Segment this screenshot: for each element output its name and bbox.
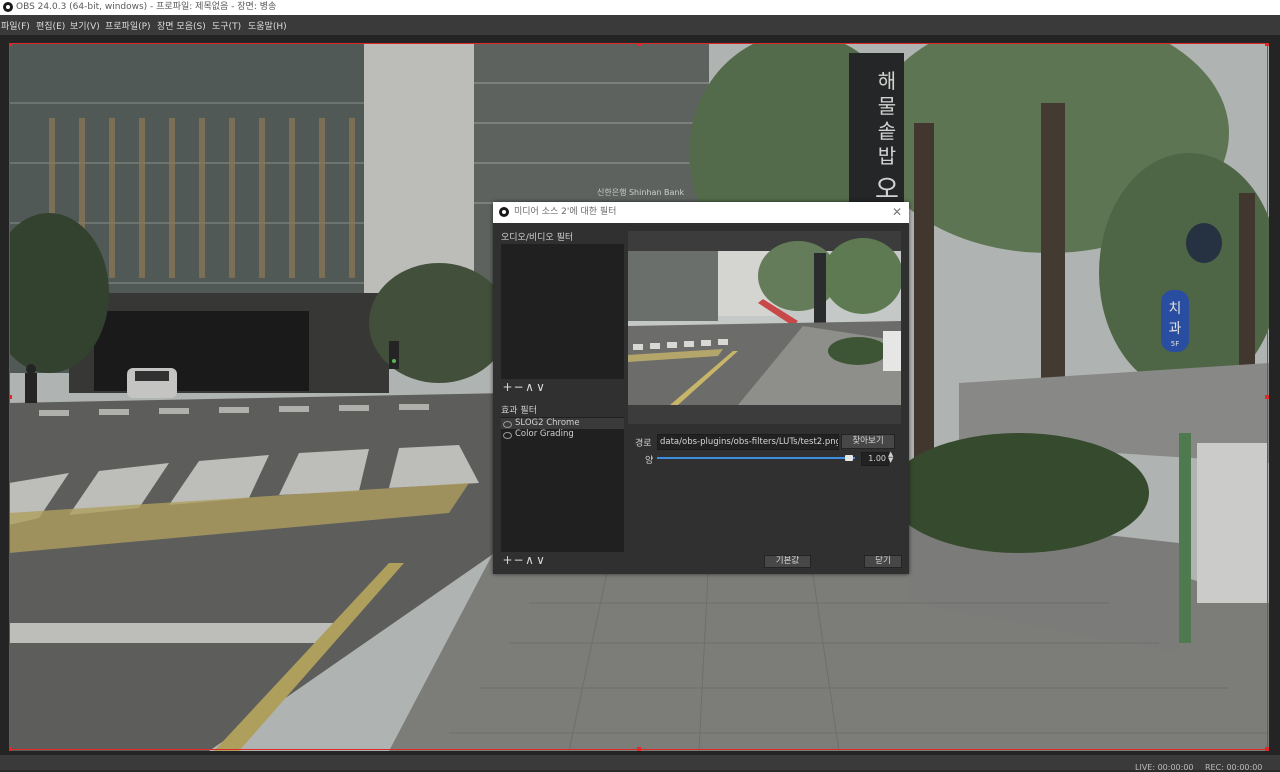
handle-bottom-left[interactable]	[9, 747, 12, 751]
menu-file[interactable]: 파일(F)	[1, 19, 30, 32]
av-filters-controls: +− ∧ ∨	[502, 380, 546, 394]
av-filters-list[interactable]	[501, 244, 624, 379]
obs-logo-icon	[3, 2, 13, 12]
menu-tools[interactable]: 도구(T)	[212, 19, 241, 32]
handle-top[interactable]	[637, 43, 641, 46]
effect-filters-controls: +− ∧ ∨	[502, 553, 546, 567]
menu-edit[interactable]: 편집(E)	[36, 19, 65, 32]
filter-preview-image	[628, 231, 901, 424]
filters-dialog: 미디어 소스 2'에 대한 필터 ✕ 오디오/비디오 필터 +− ∧ ∨ 효과 필터…	[493, 202, 909, 574]
amount-label: 양	[645, 456, 654, 466]
status-bar: LIVE: 00:00:00 REC: 00:00:00	[0, 755, 1280, 772]
menu-view[interactable]: 보기(V)	[70, 19, 100, 32]
menu-help[interactable]: 도움말(H)	[248, 19, 287, 32]
amount-spinbox[interactable]: 1.00	[861, 452, 889, 466]
obs-logo-icon	[499, 207, 509, 217]
live-timer: LIVE: 00:00:00	[1135, 763, 1194, 772]
amount-slider-track	[657, 457, 855, 459]
menu-profile[interactable]: 프로파일(P)	[105, 19, 151, 32]
add-filter-button[interactable]: +	[502, 553, 513, 567]
path-label: 경로	[635, 439, 652, 449]
move-down-button[interactable]: ∨	[535, 553, 546, 567]
add-filter-button[interactable]: +	[502, 380, 513, 394]
close-icon[interactable]: ✕	[892, 202, 902, 223]
handle-top-right[interactable]	[1265, 43, 1269, 46]
rec-timer: REC: 00:00:00	[1205, 763, 1263, 772]
effect-filter-name: SLOG2 Chrome	[515, 418, 580, 428]
amount-slider[interactable]	[657, 452, 857, 464]
spin-arrows-icon[interactable]: ▲ ▼	[888, 451, 893, 464]
path-input[interactable]: data/obs-plugins/obs-filters/LUTs/test2.…	[657, 434, 839, 450]
menu-scene-collection[interactable]: 장면 모음(S)	[157, 19, 206, 32]
menu-bar: 파일(F) 편집(E) 보기(V) 프로파일(P) 장면 모음(S) 도구(T)…	[0, 15, 1280, 35]
handle-bottom[interactable]	[637, 747, 641, 751]
av-filters-label: 오디오/비디오 필터	[501, 233, 574, 243]
defaults-button[interactable]: 기본값	[764, 555, 811, 568]
visibility-eye-icon[interactable]	[503, 421, 512, 428]
effect-filter-item[interactable]: SLOG2 Chrome	[501, 418, 624, 429]
visibility-eye-icon[interactable]	[503, 432, 512, 439]
handle-bottom-right[interactable]	[1265, 747, 1269, 751]
browse-button[interactable]: 찾아보기	[841, 434, 895, 449]
move-up-button[interactable]: ∧	[524, 553, 535, 567]
amount-slider-handle[interactable]	[845, 455, 853, 461]
title-bar: OBS 24.0.3 (64-bit, windows) - 프로파일: 제목없…	[0, 0, 1280, 15]
remove-filter-button[interactable]: −	[513, 380, 524, 394]
move-down-button[interactable]: ∨	[535, 380, 546, 394]
dialog-title: 미디어 소스 2'에 대한 필터	[514, 207, 617, 217]
effect-filters-label: 효과 필터	[501, 406, 537, 416]
effect-filter-item[interactable]: Color Grading	[501, 429, 624, 440]
dialog-title-bar: 미디어 소스 2'에 대한 필터 ✕	[493, 202, 909, 223]
window-title: OBS 24.0.3 (64-bit, windows) - 프로파일: 제목없…	[16, 2, 277, 12]
remove-filter-button[interactable]: −	[513, 553, 524, 567]
effect-filter-name: Color Grading	[515, 429, 574, 439]
handle-left[interactable]	[9, 395, 12, 399]
handle-right[interactable]	[1265, 395, 1269, 399]
move-up-button[interactable]: ∧	[524, 380, 535, 394]
handle-top-left[interactable]	[9, 43, 12, 46]
close-button[interactable]: 닫기	[864, 555, 902, 568]
filter-preview	[628, 231, 901, 424]
